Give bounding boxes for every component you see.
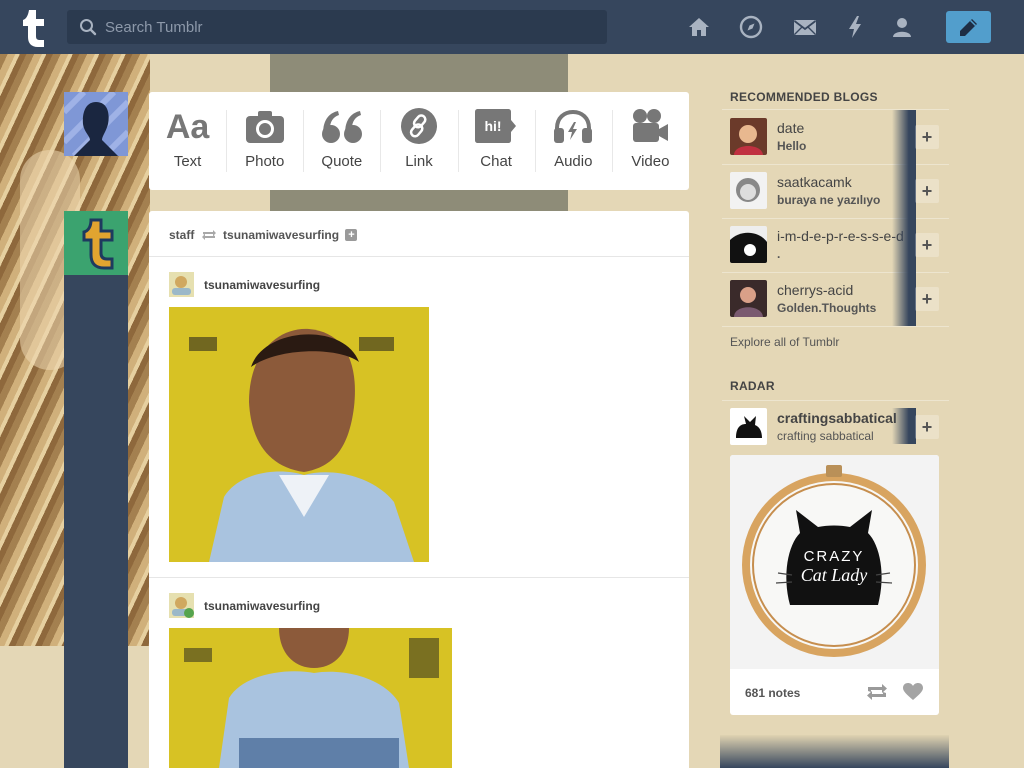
silhouette-avatar-icon [64,92,128,156]
activity-icon[interactable] [843,15,867,39]
fade-overlay [892,110,916,164]
radar-photo[interactable]: CRAZY Cat Lady [730,455,939,669]
radar-post: CRAZY Cat Lady 681 notes [730,455,939,715]
post-type-label: Quote [321,153,363,170]
search-box[interactable] [67,10,607,44]
post-audio-button[interactable]: Audio [534,92,612,190]
fade-overlay [892,408,916,444]
post-video-button[interactable]: Video [611,92,689,190]
post-photo-button[interactable]: Photo [226,92,303,190]
quote-icon [321,111,362,143]
recommended-blog-item[interactable]: saatkacamk buraya ne yazılıyo + [722,164,940,218]
post-type-bar: Aa Text Photo Quote Link hi! Chat Audio … [149,92,689,190]
radar-blog-item[interactable]: craftingsabbatical crafting sabbatical + [722,400,940,452]
recommended-blog-item[interactable]: cherrys-acid Golden.Thoughts + [722,272,940,326]
post-type-label: Chat [480,153,512,170]
messages-icon[interactable] [793,15,817,39]
recommended-blogs-title: RECOMMENDED BLOGS [730,90,878,104]
pencil-icon [960,19,977,36]
headphones-icon [554,110,593,143]
post-chat-button[interactable]: hi! Chat [457,92,535,190]
follow-blog-button[interactable]: + [915,287,939,311]
blog-avatar[interactable] [730,118,767,155]
recommended-blog-item[interactable]: date Hello + [722,110,940,164]
top-bar [0,0,1024,54]
post-type-label: Video [631,153,670,170]
image-text-crazy: CRAZY [804,548,865,565]
surfer-avatar-icon [169,272,194,297]
tumblr-logo-icon[interactable] [14,6,54,48]
blog-name-link[interactable]: tsunamiwavesurfing [204,278,320,292]
cat-avatar-icon [730,408,767,445]
post-text-button[interactable]: Aa Text [149,92,226,190]
blog-name-link[interactable]: tsunamiwavesurfing [204,599,320,613]
sidebar-bottom-strip [720,735,949,768]
chat-icon: hi! [475,109,517,143]
blog-avatar[interactable] [730,226,767,263]
notes-count[interactable]: 681 notes [745,686,800,700]
photo-placeholder [169,307,429,562]
follow-blog-button[interactable]: + [915,125,939,149]
explore-icon[interactable] [739,15,763,39]
account-icon[interactable] [890,15,914,39]
dashboard-post: staff tsunamiwavesurfing + tsunamiwavesu… [149,211,689,768]
post-type-label: Photo [245,153,285,170]
photo-placeholder [169,628,452,768]
post-photo[interactable] [169,628,452,768]
surfer-avatar-icon [169,593,194,618]
blog-avatar[interactable] [169,272,194,297]
follow-blog-button[interactable]: + [915,415,939,439]
fade-overlay [892,218,916,272]
link-icon [400,108,437,144]
search-icon [80,19,97,36]
follow-blog-button[interactable]: + [915,179,939,203]
tumblr-staff-logo-icon [64,211,128,275]
fade-overlay [892,164,916,218]
blog-avatar[interactable] [730,172,767,209]
post-header: staff tsunamiwavesurfing + [149,211,689,257]
reblogger-link[interactable]: staff [169,228,194,242]
text-icon: Aa [165,108,210,146]
blog-avatar[interactable] [730,408,767,445]
post-divider [149,577,689,578]
blog-avatar[interactable] [169,593,194,618]
reblog-icon[interactable] [866,683,888,701]
post-photo[interactable] [169,307,429,562]
follow-button[interactable]: + [345,228,358,241]
post-type-label: Audio [554,153,593,170]
image-text-cat-lady: Cat Lady [801,565,868,585]
search-input[interactable] [105,10,595,44]
compose-button[interactable] [946,11,991,43]
video-camera-icon [633,109,669,142]
avatar-column [64,211,128,768]
svg-text:hi!: hi! [485,118,502,134]
source-blog-link[interactable]: tsunamiwavesurfing [223,228,339,242]
radar-title: RADAR [730,379,775,393]
explore-all-link[interactable]: Explore all of Tumblr [730,335,839,349]
post-type-label: Link [405,153,433,170]
home-icon[interactable] [687,15,711,39]
camera-icon [245,111,284,143]
like-heart-icon[interactable] [903,683,923,701]
reblog-icon [201,229,216,240]
staff-avatar[interactable] [64,211,128,275]
post-type-label: Text [173,153,202,170]
post-link-button[interactable]: Link [380,92,457,190]
blog-avatar[interactable] [730,280,767,317]
fade-overlay [892,272,916,326]
post-quote-button[interactable]: Quote [303,92,380,190]
user-avatar[interactable] [64,92,128,156]
sidebar-divider [722,326,949,327]
embroidery-hoop-image: CRAZY Cat Lady [730,455,939,669]
recommended-blog-item[interactable]: i-m-d-e-p-r-e-s-s-e-d . + [722,218,940,272]
follow-blog-button[interactable]: + [915,233,939,257]
